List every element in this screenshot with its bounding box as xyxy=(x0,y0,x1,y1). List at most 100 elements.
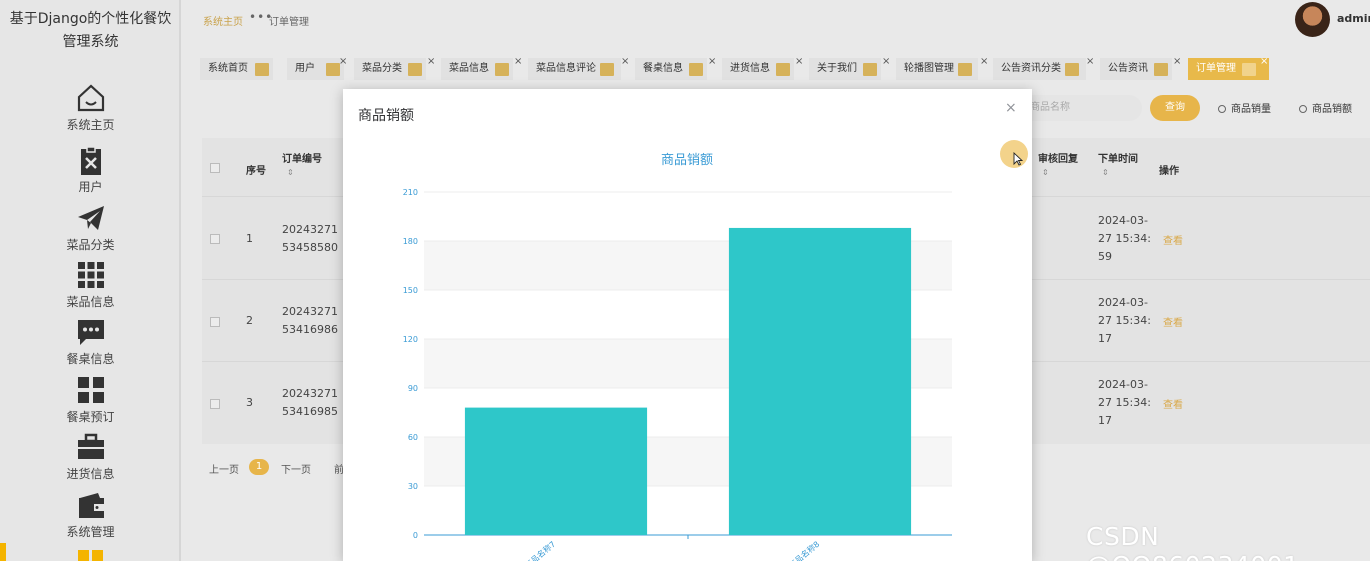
sales-amount-label: 商品销额 xyxy=(1312,104,1352,115)
y-tick-label: 180 xyxy=(403,237,418,246)
sort-icon[interactable]: ⇕ xyxy=(287,168,294,177)
tab-close-icon[interactable]: × xyxy=(514,51,522,73)
tab-label: 关于我们 xyxy=(817,63,857,74)
paper-plane-icon xyxy=(78,206,104,230)
sidebar: 基于Django的个性化餐饮 管理系统 系统主页 用户 菜品分类 菜品信息 餐桌… xyxy=(0,0,181,561)
tab-dish-info[interactable]: 菜品信息 × xyxy=(441,56,522,80)
app-title-line2: 管理系统 xyxy=(62,34,119,50)
view-button[interactable]: 查看 xyxy=(1163,232,1183,247)
tab-home[interactable]: 系统首页 xyxy=(200,58,273,80)
tab-close-icon[interactable]: × xyxy=(621,51,629,73)
next-page-button[interactable]: 下一页 xyxy=(281,461,311,476)
cell-order-no-1: 20243271 xyxy=(282,387,338,400)
tab-close-icon[interactable]: × xyxy=(1086,51,1094,73)
avatar[interactable] xyxy=(1295,2,1330,37)
sort-icon[interactable]: ⇕ xyxy=(1102,168,1109,177)
breadcrumb-home[interactable]: 系统主页 xyxy=(203,13,243,28)
tab-label: 用户 xyxy=(295,63,315,74)
order-grid-icon xyxy=(78,550,103,561)
home-icon xyxy=(77,84,105,112)
tab-label: 进货信息 xyxy=(730,63,770,74)
tab-icon xyxy=(863,63,877,76)
sidebar-item-label: 系统主页 xyxy=(66,118,115,132)
sidebar-active-indicator xyxy=(0,543,6,561)
view-button[interactable]: 查看 xyxy=(1163,396,1183,411)
row-checkbox[interactable] xyxy=(210,234,220,244)
sidebar-item-table-booking[interactable]: 餐桌预订 xyxy=(0,375,181,432)
tab-orders[interactable]: 订单管理 × xyxy=(1188,56,1269,80)
tab-label: 菜品分类 xyxy=(362,63,402,74)
sidebar-item-table-info[interactable]: 餐桌信息 xyxy=(0,317,181,374)
tab-icon xyxy=(1065,63,1079,76)
tab-purchase[interactable]: 进货信息 × xyxy=(722,56,803,80)
tab-table-info[interactable]: 餐桌信息 × xyxy=(635,56,716,80)
sidebar-item-home[interactable]: 系统主页 xyxy=(0,83,181,140)
sales-quantity-label: 商品销量 xyxy=(1231,104,1271,115)
sidebar-item-label: 系统管理 xyxy=(66,525,115,539)
row-checkbox[interactable] xyxy=(210,399,220,409)
tab-news-category[interactable]: 公告资讯分类 × xyxy=(993,56,1094,80)
sidebar-item-label: 进货信息 xyxy=(66,467,115,481)
top-bar: 系统主页 ••• 订单管理 admin xyxy=(183,0,1370,40)
mouse-cursor-icon xyxy=(1013,152,1023,166)
tab-icon xyxy=(776,63,790,76)
header-order-no: 订单编号 xyxy=(282,154,322,165)
cell-index: 3 xyxy=(246,396,253,409)
search-button[interactable]: 查询 xyxy=(1150,95,1200,121)
y-tick-label: 120 xyxy=(403,335,418,344)
tab-close-icon[interactable]: × xyxy=(1260,51,1268,73)
sidebar-item-label: 用户 xyxy=(78,180,103,194)
sales-amount-chart: 0 30 60 90 120 150 180 210 商品名称7 商品名称8 商品销额 xyxy=(403,153,952,561)
sidebar-item-dish-info[interactable]: 菜品信息 xyxy=(0,260,181,317)
select-all-checkbox[interactable] xyxy=(210,163,220,173)
header-order-time: 下单时间 xyxy=(1098,154,1138,165)
tab-close-icon[interactable]: × xyxy=(882,51,890,73)
sidebar-item-system[interactable]: 系统管理 xyxy=(0,490,181,547)
y-tick-label: 150 xyxy=(403,286,418,295)
cell-time-2: 27 15:34: xyxy=(1098,232,1151,245)
y-tick-label: 0 xyxy=(413,531,418,540)
tab-close-icon[interactable]: × xyxy=(980,51,988,73)
tab-label: 系统首页 xyxy=(208,63,248,74)
tab-close-icon[interactable]: × xyxy=(1173,51,1181,73)
tab-label: 餐桌信息 xyxy=(643,63,683,74)
tab-close-icon[interactable]: × xyxy=(427,51,435,73)
sort-icon[interactable]: ⇕ xyxy=(1042,168,1049,177)
view-button[interactable]: 查看 xyxy=(1163,314,1183,329)
tab-label: 轮播图管理 xyxy=(904,63,954,74)
tab-close-icon[interactable]: × xyxy=(339,51,347,73)
tab-dish-comments[interactable]: 菜品信息评论 × xyxy=(528,56,629,80)
tab-icon xyxy=(689,63,703,76)
tab-about[interactable]: 关于我们 × xyxy=(809,56,890,80)
tab-close-icon[interactable]: × xyxy=(795,51,803,73)
prev-page-button[interactable]: 上一页 xyxy=(209,461,239,476)
tab-label: 订单管理 xyxy=(1196,63,1236,74)
row-checkbox[interactable] xyxy=(210,317,220,327)
tab-close-icon[interactable]: × xyxy=(708,51,716,73)
user-name[interactable]: admin xyxy=(1337,12,1370,25)
page-number-current[interactable]: 1 xyxy=(249,459,269,475)
sidebar-item-dish-category[interactable]: 菜品分类 xyxy=(0,203,181,260)
x-tick-label: 商品名称8 xyxy=(786,539,821,561)
cell-order-no-1: 20243271 xyxy=(282,305,338,318)
tab-icon xyxy=(1154,63,1168,76)
sidebar-item-user[interactable]: 用户 xyxy=(0,146,181,203)
tab-label: 菜品信息 xyxy=(449,63,489,74)
tab-user[interactable]: 用户 × xyxy=(287,56,347,80)
tab-dish-category[interactable]: 菜品分类 × xyxy=(354,56,435,80)
sales-quantity-button[interactable]: 商品销量 xyxy=(1218,100,1271,115)
tab-carousel[interactable]: 轮播图管理 × xyxy=(896,56,988,80)
cell-time-1: 2024-03- xyxy=(1098,378,1148,391)
cell-time-2: 27 15:34: xyxy=(1098,396,1151,409)
clipboard-x-icon xyxy=(81,146,101,175)
search-input[interactable]: 商品名称 xyxy=(1018,95,1142,121)
radio-icon xyxy=(1299,105,1307,113)
tab-icon xyxy=(1242,63,1256,76)
tab-icon xyxy=(326,63,340,76)
grid-icon xyxy=(78,262,104,288)
sales-amount-button[interactable]: 商品销额 xyxy=(1299,100,1352,115)
tab-news[interactable]: 公告资讯 × xyxy=(1100,56,1181,80)
bar xyxy=(728,227,912,535)
sidebar-item-purchase[interactable]: 进货信息 xyxy=(0,432,181,489)
bar xyxy=(464,407,648,535)
